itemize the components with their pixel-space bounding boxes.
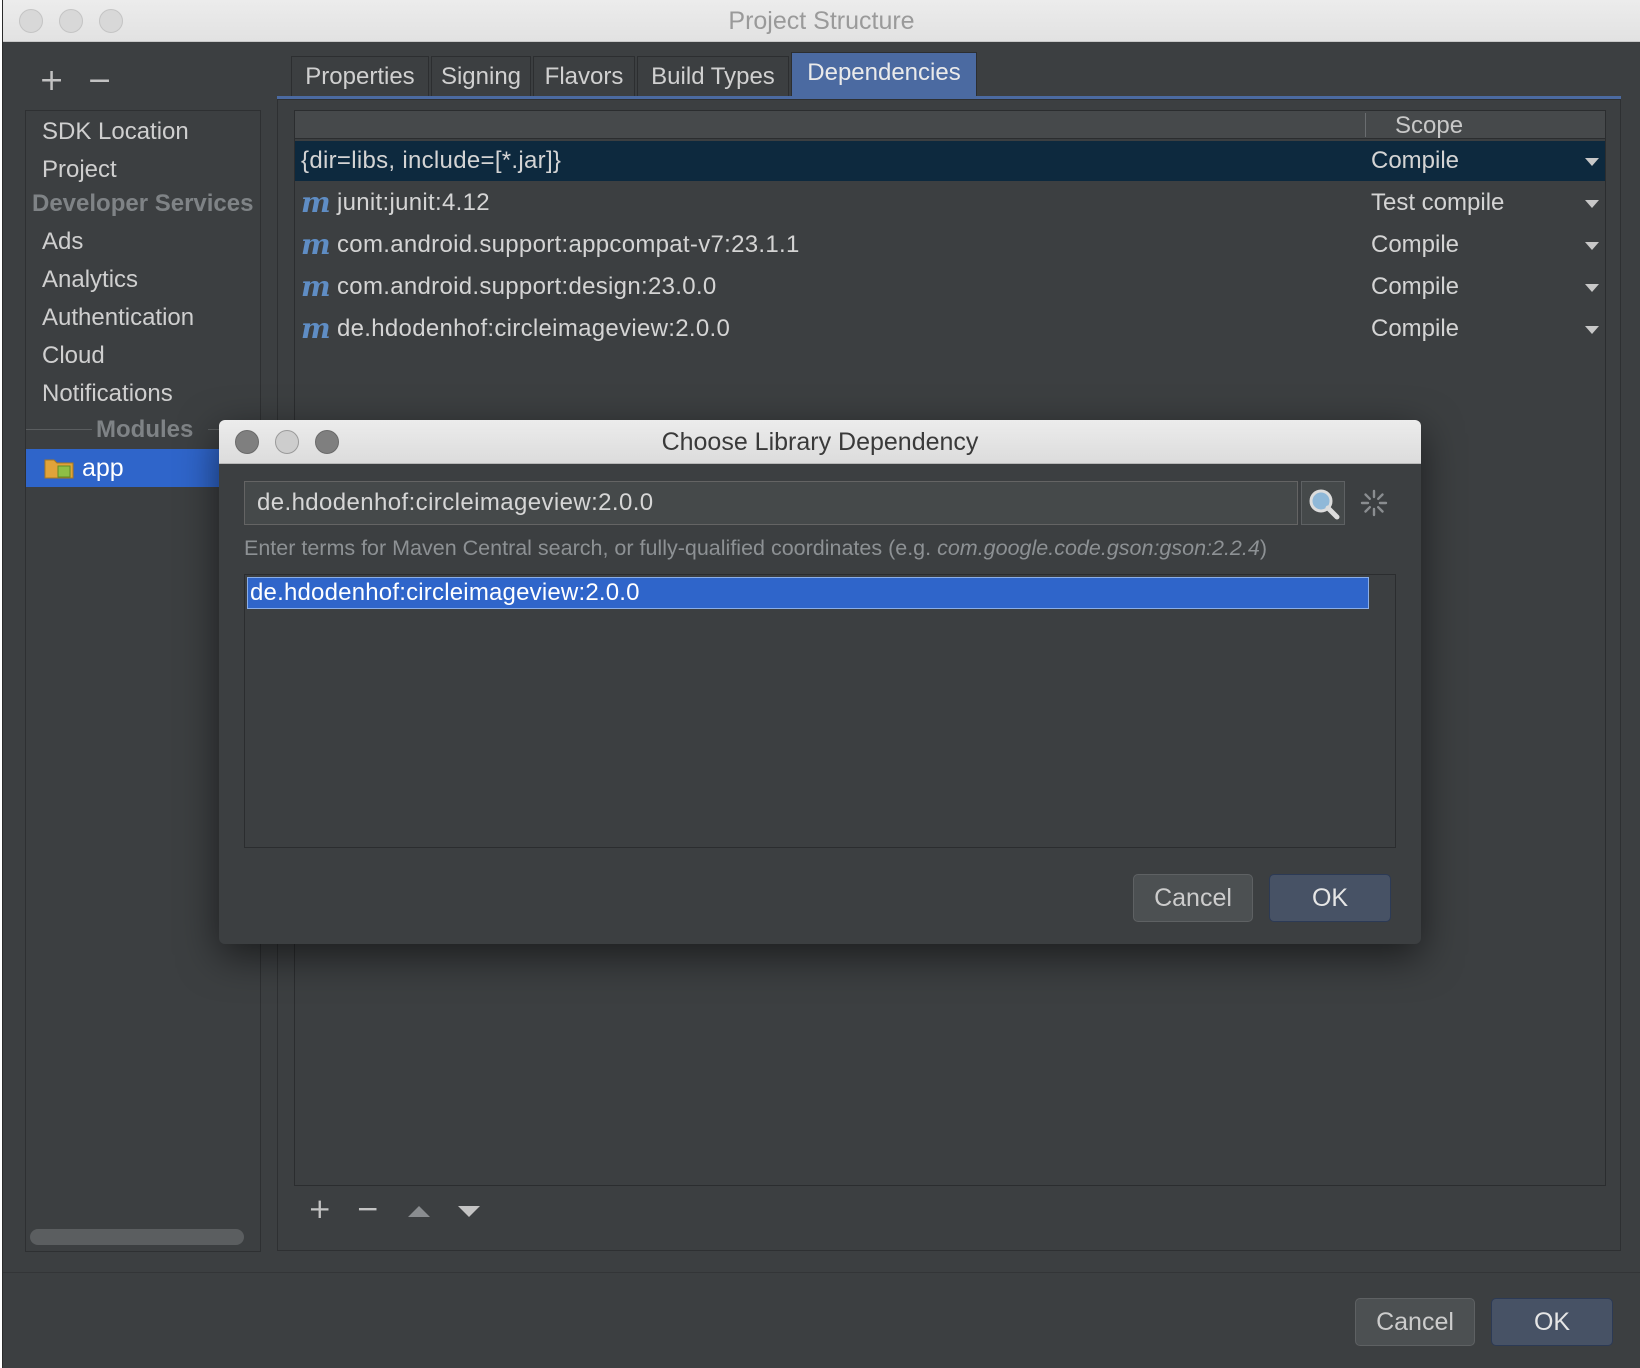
result-label: de.hdodenhof:circleimageview:2.0.0 bbox=[250, 579, 640, 606]
dependency-scope[interactable]: Compile bbox=[1371, 145, 1459, 177]
hint-suffix: ) bbox=[1259, 536, 1267, 560]
dependency-name: junit:junit:4.12 bbox=[337, 189, 490, 216]
maven-icon: m bbox=[301, 228, 331, 261]
scope-column-header[interactable]: Scope bbox=[1395, 111, 1463, 141]
chevron-down-icon[interactable] bbox=[1585, 200, 1599, 208]
add-dependency-icon[interactable]: + bbox=[308, 1194, 331, 1224]
ok-button[interactable]: OK bbox=[1491, 1298, 1613, 1346]
dependency-scope[interactable]: Compile bbox=[1371, 271, 1459, 303]
search-icon bbox=[1309, 489, 1340, 520]
dependency-scope[interactable]: Test compile bbox=[1371, 187, 1504, 219]
modules-header: Modules bbox=[96, 416, 194, 443]
loading-spinner-icon bbox=[1360, 489, 1388, 517]
cancel-button[interactable]: Cancel bbox=[1355, 1298, 1475, 1346]
tab-properties[interactable]: Properties bbox=[291, 56, 429, 96]
search-hint: Enter terms for Maven Central search, or… bbox=[244, 536, 1267, 561]
table-header: Scope bbox=[295, 111, 1605, 139]
remove-dependency-icon[interactable]: − bbox=[356, 1194, 379, 1224]
table-row[interactable]: m com.android.support:appcompat-v7:23.1.… bbox=[295, 225, 1605, 265]
dependency-scope[interactable]: Compile bbox=[1371, 313, 1459, 345]
sidebar-toolbar: + − bbox=[39, 66, 129, 102]
sidebar-item-analytics[interactable]: Analytics bbox=[42, 263, 138, 297]
modules-divider-left bbox=[26, 429, 92, 430]
developer-services-header: Developer Services bbox=[32, 190, 254, 217]
hint-example: com.google.code.gson:gson:2.2.4 bbox=[937, 536, 1260, 560]
dependencies-toolbar: + − bbox=[294, 1188, 1606, 1234]
tab-flavors[interactable]: Flavors bbox=[533, 56, 635, 96]
choose-library-dependency-dialog: Choose Library Dependency de.hdodenhof:c… bbox=[219, 420, 1421, 944]
tab-build-types[interactable]: Build Types bbox=[637, 56, 789, 96]
table-row[interactable]: m junit:junit:4.12 Test compile bbox=[295, 183, 1605, 223]
search-button[interactable] bbox=[1301, 481, 1345, 525]
list-item[interactable]: de.hdodenhof:circleimageview:2.0.0 bbox=[247, 577, 1369, 609]
dialog-ok-button[interactable]: OK bbox=[1269, 874, 1391, 922]
dependency-scope[interactable]: Compile bbox=[1371, 229, 1459, 261]
dialog-titlebar: Choose Library Dependency bbox=[219, 420, 1421, 464]
move-up-icon[interactable] bbox=[408, 1206, 430, 1217]
sidebar-item-notifications[interactable]: Notifications bbox=[42, 377, 173, 411]
hint-prefix: Enter terms for Maven Central search, or… bbox=[244, 536, 938, 560]
sidebar-item-app-label: app bbox=[82, 454, 124, 482]
tab-signing[interactable]: Signing bbox=[431, 56, 531, 96]
sidebar-item-authentication[interactable]: Authentication bbox=[42, 301, 194, 335]
window-title: Project Structure bbox=[728, 7, 915, 35]
sidebar-item-ads[interactable]: Ads bbox=[42, 225, 83, 259]
library-search-value: de.hdodenhof:circleimageview:2.0.0 bbox=[257, 489, 654, 516]
table-row[interactable]: m com.android.support:design:23.0.0 Comp… bbox=[295, 267, 1605, 307]
table-row[interactable]: m de.hdodenhof:circleimageview:2.0.0 Com… bbox=[295, 309, 1605, 349]
search-results-list[interactable]: de.hdodenhof:circleimageview:2.0.0 bbox=[244, 574, 1396, 848]
dependency-name: de.hdodenhof:circleimageview:2.0.0 bbox=[337, 315, 731, 342]
chevron-down-icon[interactable] bbox=[1585, 158, 1599, 166]
module-folder-icon bbox=[44, 459, 74, 479]
dependency-name: {dir=libs, include=[*.jar]} bbox=[301, 147, 562, 174]
remove-icon[interactable]: − bbox=[87, 66, 112, 96]
maven-icon: m bbox=[301, 186, 331, 219]
dialog-cancel-button[interactable]: Cancel bbox=[1133, 874, 1253, 922]
add-icon[interactable]: + bbox=[39, 66, 64, 96]
sidebar-item-cloud[interactable]: Cloud bbox=[42, 339, 105, 373]
library-search-input[interactable]: de.hdodenhof:circleimageview:2.0.0 bbox=[244, 481, 1298, 525]
sidebar-scrollbar[interactable] bbox=[30, 1229, 244, 1245]
dependency-name: com.android.support:design:23.0.0 bbox=[337, 273, 717, 300]
chevron-down-icon[interactable] bbox=[1585, 284, 1599, 292]
maven-icon: m bbox=[301, 270, 331, 303]
sidebar-item-sdk-location[interactable]: SDK Location bbox=[42, 115, 189, 149]
tab-dependencies[interactable]: Dependencies bbox=[791, 52, 977, 96]
dependency-name: com.android.support:appcompat-v7:23.1.1 bbox=[337, 231, 800, 258]
dialog-title: Choose Library Dependency bbox=[661, 428, 979, 456]
column-separator[interactable] bbox=[1365, 113, 1366, 137]
table-row[interactable]: {dir=libs, include=[*.jar]} Compile bbox=[295, 141, 1605, 181]
sidebar-item-project[interactable]: Project bbox=[42, 153, 117, 187]
chevron-down-icon[interactable] bbox=[1585, 326, 1599, 334]
window-titlebar: Project Structure bbox=[3, 0, 1640, 42]
move-down-icon[interactable] bbox=[458, 1206, 480, 1217]
chevron-down-icon[interactable] bbox=[1585, 242, 1599, 250]
footer-divider bbox=[3, 1272, 1640, 1273]
maven-icon: m bbox=[301, 312, 331, 345]
